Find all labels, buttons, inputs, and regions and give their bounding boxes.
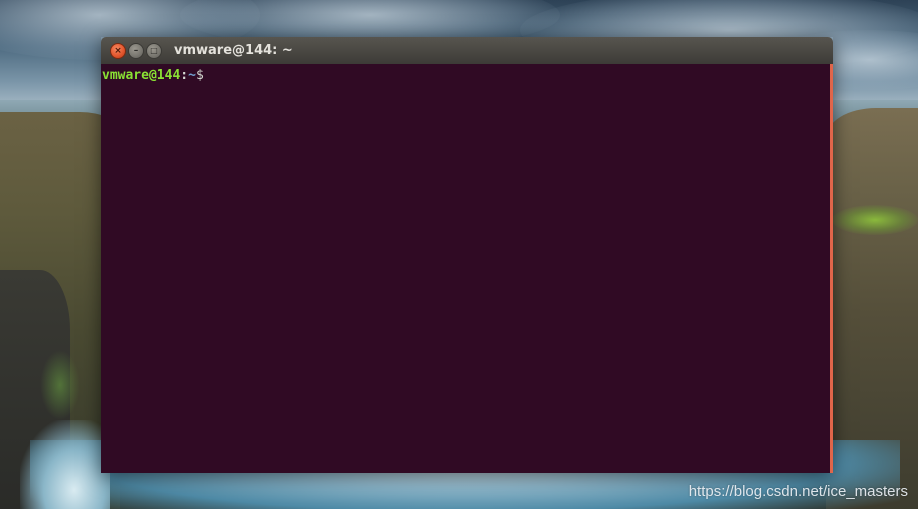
window-title: vmware@144: ~ bbox=[174, 43, 293, 58]
prompt-symbol: $ bbox=[195, 68, 204, 83]
minimize-button[interactable]: – bbox=[128, 43, 144, 59]
wallpaper-waterfall bbox=[20, 420, 110, 509]
watermark: https://blog.csdn.net/ice_masters bbox=[688, 483, 908, 500]
wallpaper-moss bbox=[40, 350, 80, 420]
prompt-colon: : bbox=[180, 68, 189, 83]
terminal-scrollbar[interactable] bbox=[830, 64, 833, 473]
close-button[interactable]: × bbox=[110, 43, 126, 59]
maximize-button[interactable]: □ bbox=[146, 43, 162, 59]
window-titlebar[interactable]: × – □ vmware@144: ~ bbox=[101, 37, 833, 64]
minimize-icon: – bbox=[133, 45, 139, 56]
terminal-window[interactable]: × – □ vmware@144: ~ vmware@144:~$ bbox=[101, 37, 833, 473]
prompt-user-host: vmware@144 bbox=[102, 68, 181, 83]
wallpaper-moss bbox=[832, 205, 918, 235]
terminal-body[interactable]: vmware@144:~$ bbox=[101, 64, 830, 473]
prompt-line: vmware@144:~$ bbox=[102, 67, 829, 84]
maximize-icon: □ bbox=[150, 46, 158, 55]
close-icon: × bbox=[114, 45, 122, 56]
prompt-path: ~ bbox=[188, 68, 196, 83]
